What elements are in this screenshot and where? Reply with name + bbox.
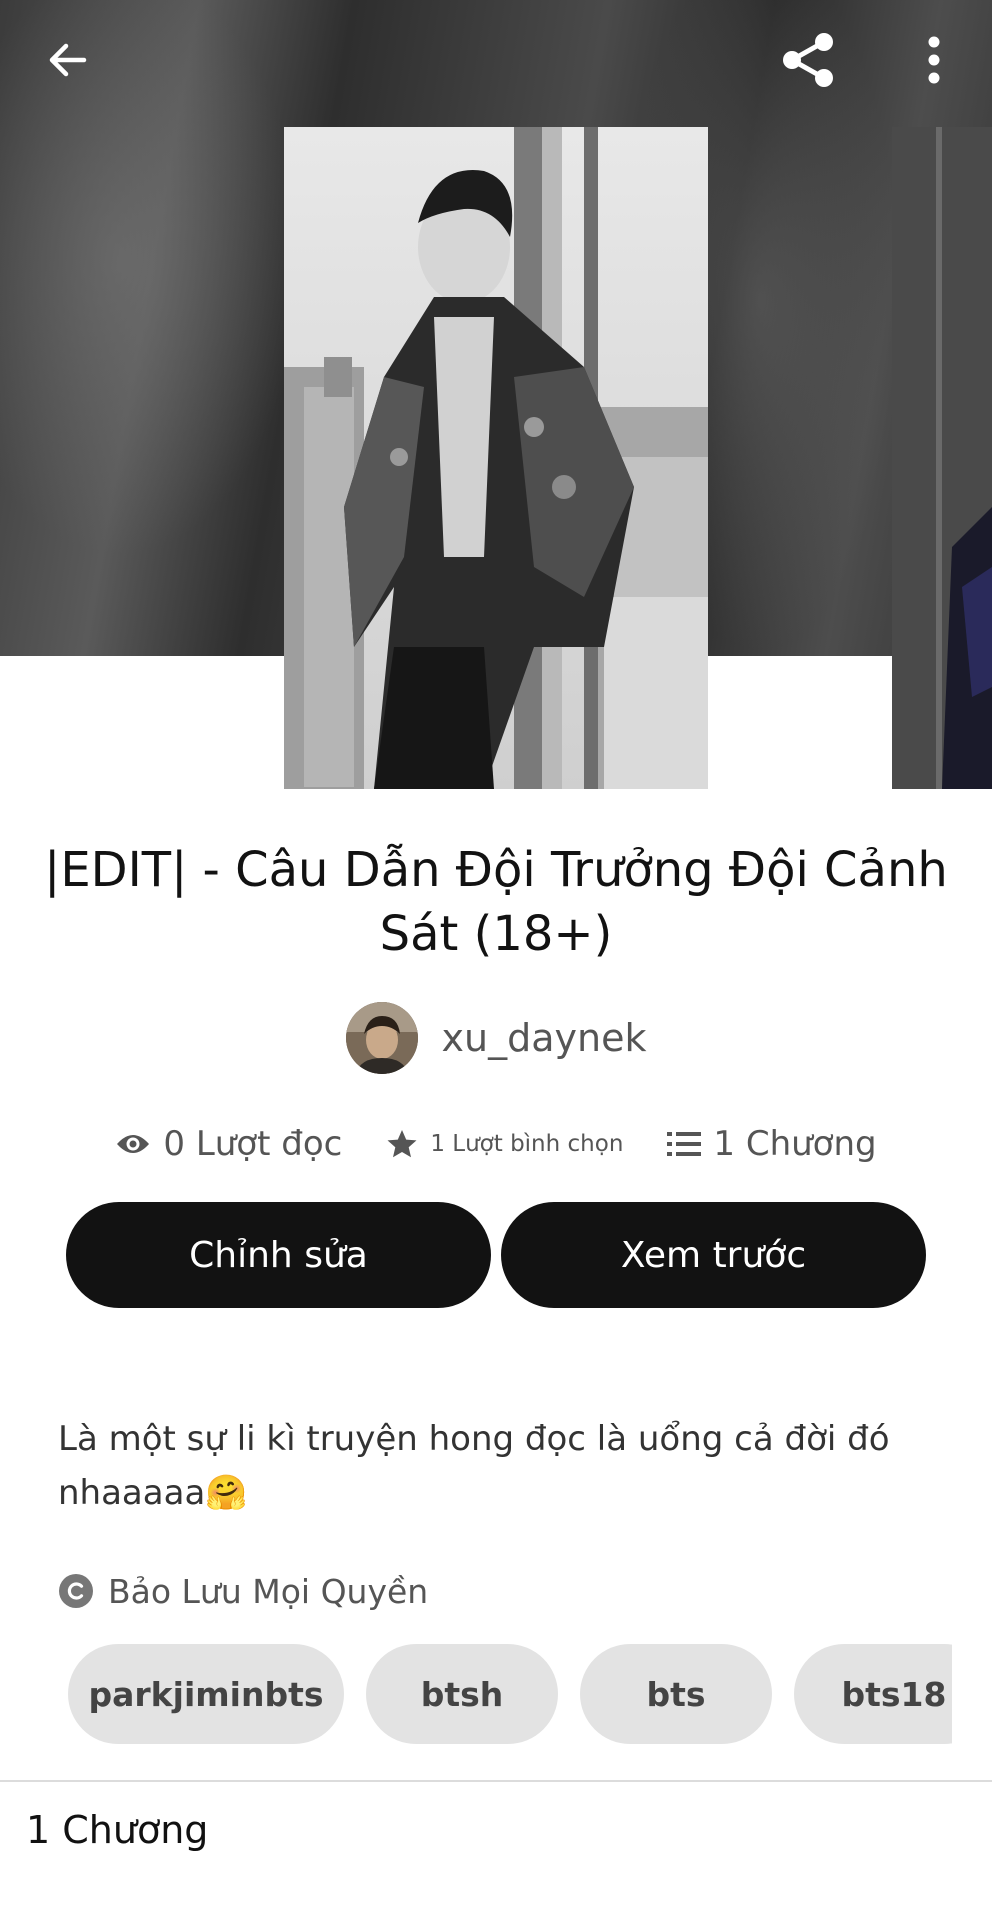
tag-list: parkjiminbts btsh bts bts18 — [68, 1644, 952, 1744]
share-icon — [783, 33, 833, 87]
top-bar — [0, 0, 992, 120]
copyright-icon — [59, 1574, 93, 1608]
back-button[interactable] — [32, 24, 104, 96]
star-icon — [387, 1130, 417, 1158]
tag-chip[interactable]: parkjiminbts — [68, 1644, 344, 1744]
preview-button[interactable]: Xem trước — [501, 1202, 926, 1308]
eye-icon — [117, 1135, 150, 1153]
story-description: Là một sự li kì truyện hong đọc là uổng … — [58, 1419, 890, 1513]
chapters-stat: 1 Chương — [667, 1124, 877, 1164]
author-name[interactable]: xu_daynek — [442, 1016, 647, 1060]
share-button[interactable] — [772, 24, 844, 96]
avatar[interactable] — [345, 1002, 418, 1074]
list-icon — [667, 1132, 702, 1156]
reads-count: 0 Lượt đọc — [163, 1124, 343, 1164]
votes-count: 1 Lượt bình chọn — [430, 1131, 624, 1157]
story-title: |EDIT| - Câu Dẫn Đội Trưởng Đội Cảnh Sát… — [44, 842, 948, 962]
arrow-left-icon — [49, 43, 87, 77]
chapters-heading: 1 Chương — [26, 1808, 209, 1852]
avatar-image — [345, 1002, 418, 1074]
votes-stat: 1 Lượt bình chọn — [386, 1128, 623, 1160]
reads-stat: 0 Lượt đọc — [115, 1124, 342, 1164]
tag-chip[interactable]: btsh — [366, 1644, 558, 1744]
cover-image — [284, 127, 708, 789]
section-divider — [0, 1780, 992, 1782]
story-cover[interactable] — [284, 127, 708, 789]
author-row[interactable]: xu_daynek — [0, 1000, 992, 1076]
story-details-screen: |EDIT| - Câu Dẫn Đội Trưởng Đội Cảnh Sát… — [0, 0, 992, 1920]
tag-chip[interactable]: bts18 — [794, 1644, 952, 1744]
next-cover-image — [892, 127, 992, 789]
more-options-button[interactable] — [898, 24, 970, 96]
tag-chip[interactable]: bts — [580, 1644, 772, 1744]
more-vertical-icon — [928, 36, 940, 84]
copyright-row: Bảo Lưu Mọi Quyền — [58, 1566, 428, 1616]
chapters-count: 1 Chương — [713, 1124, 877, 1164]
next-cover-preview[interactable] — [892, 127, 992, 789]
action-buttons: Chỉnh sửa Xem trước — [66, 1202, 926, 1310]
copyright-label: Bảo Lưu Mọi Quyền — [108, 1571, 429, 1611]
edit-button[interactable]: Chỉnh sửa — [66, 1202, 491, 1308]
story-stats: 0 Lượt đọc 1 Lượt bình chọn 1 Chương — [0, 1114, 992, 1174]
